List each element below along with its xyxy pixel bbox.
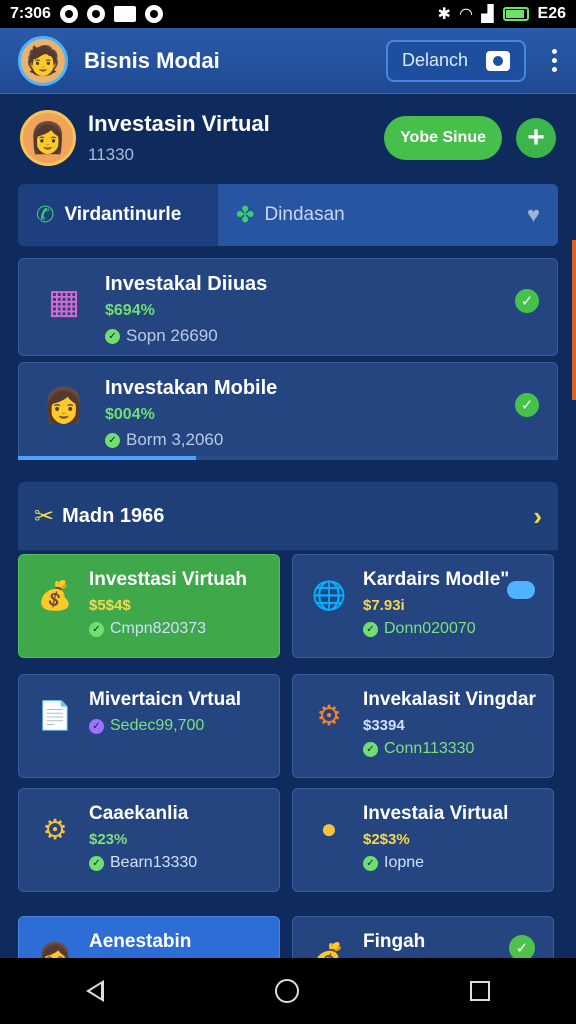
grid-stat: Donn020070 [384, 620, 476, 637]
progress-fill [18, 456, 197, 460]
grid-card-4[interactable]: ⚙ Invekalasit Vingdar $3394 ✓ Conn113330 [292, 674, 554, 778]
primary-action-button[interactable]: Yobe Sinue [384, 116, 502, 160]
grid-price: $5$4$ [89, 597, 131, 614]
grid-price: $7.93i [363, 597, 405, 614]
profile-balance: 11330 [88, 145, 135, 164]
grid-title: Mivertaicn Vrtual [89, 689, 242, 710]
tab-inactive-label: Dindasan [264, 204, 345, 225]
section-header[interactable]: ✂ Madn 1966 › [18, 482, 558, 550]
progress-bar [18, 456, 558, 460]
featured-price: $004% [105, 406, 155, 423]
grid-stat: Sedec99,700 [110, 717, 205, 734]
grid-title: Caaekanlia [89, 803, 189, 824]
gear-icon: ⚙ [316, 699, 342, 731]
grid-title: Invekalasit Vingdar [363, 689, 536, 710]
avatar-icon: 👩 [42, 387, 86, 425]
coin-icon: ● [320, 813, 338, 844]
grid-stat: Cmpn820373 [110, 620, 207, 637]
more-menu-icon[interactable] [552, 49, 558, 72]
system-nav-bar [0, 958, 576, 1024]
wifi-icon: ◠ [459, 6, 473, 23]
bluetooth-icon: ✱ [437, 6, 451, 23]
featured-stat: Sopn 26690 [126, 326, 218, 345]
gear-wrench-icon: ⚙ [42, 813, 68, 845]
grid-stat: Conn113330 [384, 740, 475, 757]
tab-inactive[interactable]: ✤ Dindasan ♥ [218, 184, 558, 246]
home-icon[interactable] [274, 979, 299, 1003]
signal-icon: ▟ [481, 6, 494, 23]
scroll-edge-indicator [572, 240, 576, 400]
check-icon: ✓ [363, 741, 378, 757]
check-icon: ✓ [363, 855, 378, 871]
delanch-button-label: Delanch [401, 50, 468, 70]
notification-icon [59, 5, 78, 23]
phone-icon: ✆ [36, 202, 55, 227]
grid-price: $2$3% [363, 831, 410, 848]
cloud-icon [507, 581, 535, 599]
grid-card-2[interactable]: 🌐 Kardairs Modle" $7.93i ✓ Donn020070 [292, 554, 554, 658]
globe-icon: 🌐 [311, 579, 347, 611]
grid-title: Investaia Virtual [363, 803, 509, 824]
clover-icon: ✤ [236, 202, 255, 227]
grid-card-1[interactable]: 💰 Investtasi Virtuah $5$4$ ✓ Cmpn820373 [18, 554, 280, 658]
tab-active[interactable]: ✆ Virdantinurle [18, 184, 218, 246]
chevron-right-icon[interactable]: › [533, 501, 542, 532]
check-icon: ✓ [363, 621, 378, 637]
heart-icon[interactable]: ♥ [527, 202, 540, 228]
profile-header: 👩 Investasin Virtual 11330 Yobe Sinue + [0, 94, 576, 182]
tab-active-label: Virdantinurle [64, 204, 182, 225]
featured-stat: Borm 3,2060 [126, 430, 224, 449]
document-icon: 📄 [37, 699, 73, 731]
featured-card-1[interactable]: ▦ Investakal Diiuas $694% ✓ Sopn 26690 ✓ [18, 258, 558, 356]
verified-check-icon: ✓ [515, 393, 539, 417]
featured-title: Investakal Diiuas [105, 273, 268, 295]
check-icon: ✓ [105, 328, 120, 344]
status-bar: 7:306 ✱ ◠ ▟ E26 [0, 0, 576, 28]
featured-card-2[interactable]: 👩 Investakan Mobile $004% ✓ Borm 3,2060 ✓ [18, 362, 558, 460]
featured-price: $694% [105, 302, 155, 319]
grid-title: Investtasi Virtuah [89, 569, 248, 590]
profile-name: Investasin Virtual [88, 111, 270, 136]
add-button[interactable]: + [516, 118, 556, 158]
recents-icon[interactable] [470, 981, 491, 1001]
grid-stat: Iopne [384, 854, 425, 871]
check-icon: ✓ [89, 621, 104, 637]
featured-title: Investakan Mobile [105, 377, 278, 399]
gift-box-icon: ▦ [47, 283, 81, 321]
grid-title: Aenestabin [89, 931, 192, 952]
mail-icon [113, 6, 136, 22]
user-avatar[interactable]: 🧑 [18, 35, 68, 86]
app-bar: 🧑 Bisnis Modai Delanch [0, 28, 576, 94]
grid-price: $3394 [363, 717, 405, 734]
grid-card-5[interactable]: ⚙ Caaekanlia $23% ✓ Bearn13330 [18, 788, 280, 892]
grid-card-3[interactable]: 📄 Mivertaicn Vrtual ✓ Sedec99,700 [18, 674, 280, 778]
section-title: Madn 1966 [62, 504, 165, 527]
battery-level: E26 [537, 5, 566, 22]
youtube-icon [86, 5, 105, 23]
dollar-bag-icon: 💰 [37, 579, 73, 611]
tab-bar: ✆ Virdantinurle ✤ Dindasan ♥ [18, 184, 558, 246]
ticket-icon: ✂ [34, 502, 55, 530]
camera-icon [486, 50, 510, 71]
check-icon: ✓ [89, 855, 104, 871]
grid-card-6[interactable]: ● Investaia Virtual $2$3% ✓ Iopne [292, 788, 554, 892]
back-icon[interactable] [85, 980, 104, 1002]
verified-check-icon: ✓ [515, 289, 539, 313]
camera-notification-icon [144, 5, 163, 23]
app-title: Bisnis Modai [84, 47, 220, 73]
grid-stat: Bearn13330 [110, 854, 198, 871]
check-icon: ✓ [105, 432, 120, 448]
profile-avatar[interactable]: 👩 [20, 110, 76, 166]
delanch-button[interactable]: Delanch [385, 39, 526, 82]
grid-price: $23% [89, 831, 128, 848]
check-icon: ✓ [89, 718, 104, 734]
battery-icon [502, 7, 529, 21]
clock: 7:306 [10, 5, 51, 22]
